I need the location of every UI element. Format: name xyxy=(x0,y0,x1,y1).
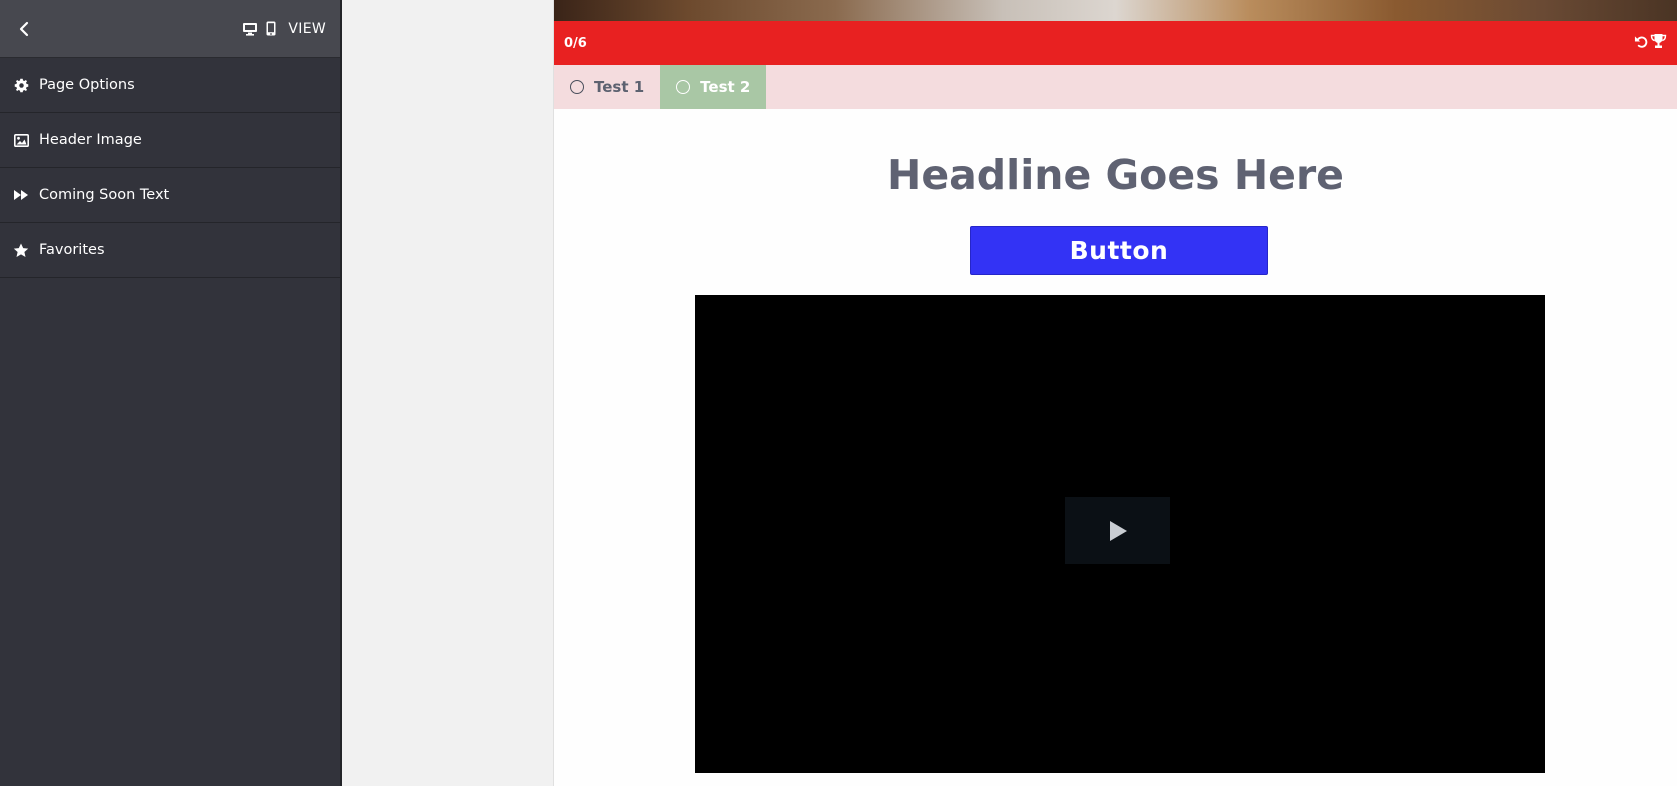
video-player[interactable] xyxy=(695,295,1545,773)
page-content: Headline Goes Here Button xyxy=(554,109,1677,786)
chevron-left-icon xyxy=(19,21,29,36)
undo-icon xyxy=(1634,35,1648,48)
gear-icon xyxy=(13,77,29,93)
sidebar-header: VIEW xyxy=(0,0,340,58)
tab-test-1[interactable]: Test 1 xyxy=(554,65,660,109)
test-tabs: Test 1 Test 2 xyxy=(554,65,1677,109)
fast-forward-icon xyxy=(13,187,29,203)
tab-label: Test 2 xyxy=(700,78,751,96)
star-icon xyxy=(13,242,29,258)
sidebar-item-label: Header Image xyxy=(39,132,142,148)
mobile-view-button[interactable] xyxy=(266,21,276,36)
mobile-icon xyxy=(266,21,276,36)
view-toggle: VIEW xyxy=(242,21,326,37)
sidebar-item-coming-soon-text[interactable]: Coming Soon Text xyxy=(0,168,340,223)
sidebar-item-page-options[interactable]: Page Options xyxy=(0,58,340,113)
back-button[interactable] xyxy=(14,17,34,41)
tab-label: Test 1 xyxy=(594,78,645,96)
tab-test-2[interactable]: Test 2 xyxy=(660,65,767,109)
desktop-icon xyxy=(243,22,258,36)
header-image[interactable] xyxy=(554,0,1677,21)
play-icon xyxy=(1109,520,1127,541)
sidebar-item-header-image[interactable]: Header Image xyxy=(0,113,340,168)
radio-icon xyxy=(676,80,691,94)
sidebar-item-label: Page Options xyxy=(39,77,135,93)
sidebar-item-label: Favorites xyxy=(39,242,105,258)
image-icon xyxy=(13,132,29,148)
sidebar-item-label: Coming Soon Text xyxy=(39,187,170,203)
page-preview: 0/6 Test 1 Test 2 Headline Goes Here But… xyxy=(553,0,1677,786)
play-button[interactable] xyxy=(1065,497,1170,564)
cta-button[interactable]: Button xyxy=(970,226,1268,275)
page-headline[interactable]: Headline Goes Here xyxy=(554,151,1677,199)
radio-icon xyxy=(570,80,584,94)
trophy-icon xyxy=(1650,34,1667,48)
reset-button[interactable] xyxy=(1634,34,1649,53)
quiz-progress-bar: 0/6 xyxy=(554,21,1677,65)
score-counter: 0/6 xyxy=(564,35,587,51)
view-label: VIEW xyxy=(288,20,326,37)
editor-sidebar: VIEW Page Options Header Image Coming So… xyxy=(0,0,342,786)
sidebar-item-favorites[interactable]: Favorites xyxy=(0,223,340,278)
leaderboard-button[interactable] xyxy=(1650,33,1667,53)
desktop-view-button[interactable] xyxy=(242,22,258,36)
